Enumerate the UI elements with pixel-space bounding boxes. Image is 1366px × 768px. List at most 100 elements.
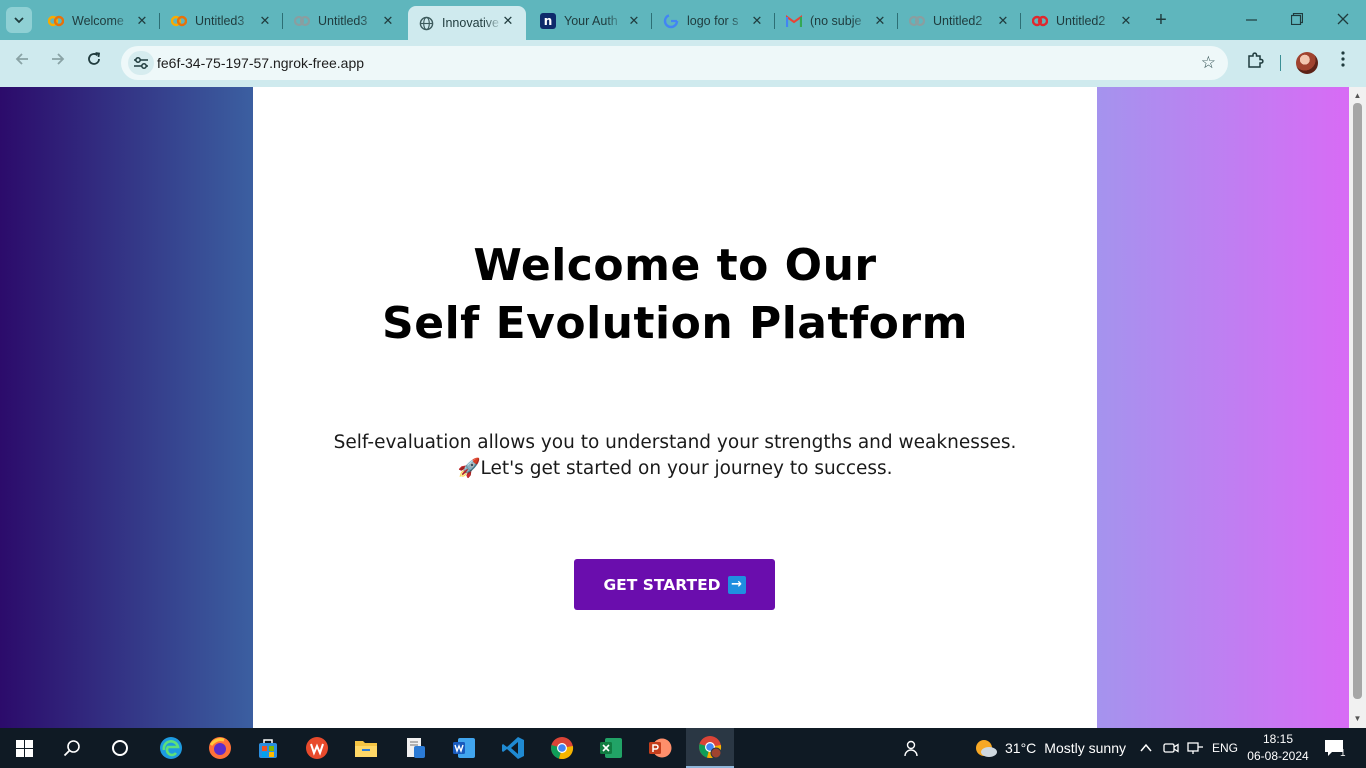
close-icon[interactable]: ✕ bbox=[872, 13, 888, 29]
tab-title: Welcome bbox=[72, 14, 124, 28]
folder-icon bbox=[355, 741, 377, 757]
people-button[interactable] bbox=[902, 728, 920, 768]
hero-description-line1: Self-evaluation allows you to understand… bbox=[333, 432, 1017, 453]
close-icon[interactable]: ✕ bbox=[380, 13, 396, 29]
wps-icon bbox=[306, 737, 328, 759]
taskbar-notepad[interactable] bbox=[391, 728, 439, 768]
action-center-button[interactable]: 1 bbox=[1324, 728, 1346, 768]
taskbar-search-button[interactable] bbox=[48, 728, 96, 768]
restore-button[interactable] bbox=[1285, 8, 1309, 32]
taskbar-firefox[interactable] bbox=[196, 728, 244, 768]
taskbar-chrome-profile[interactable] bbox=[686, 728, 734, 768]
chrome-icon bbox=[699, 736, 722, 759]
bookmark-star-icon[interactable]: ☆ bbox=[1201, 53, 1216, 73]
restore-icon bbox=[1290, 12, 1304, 26]
close-icon[interactable]: ✕ bbox=[1118, 13, 1134, 29]
document-icon bbox=[407, 738, 425, 758]
tab-no-subject[interactable]: (no subje ✕ bbox=[776, 6, 898, 36]
meet-now-button[interactable] bbox=[1163, 728, 1179, 768]
close-icon[interactable]: ✕ bbox=[500, 13, 516, 29]
language-indicator[interactable]: ENG bbox=[1212, 728, 1238, 768]
taskbar-powerpoint[interactable] bbox=[636, 728, 684, 768]
taskbar-excel[interactable] bbox=[587, 728, 635, 768]
close-icon[interactable]: ✕ bbox=[134, 13, 150, 29]
tab-your-auth[interactable]: n Your Auth ✕ bbox=[530, 6, 652, 36]
taskbar-store[interactable] bbox=[244, 728, 292, 768]
tab-logo-for[interactable]: logo for s ✕ bbox=[653, 6, 775, 36]
chrome-icon bbox=[551, 737, 574, 760]
browser-toolbar: fe6f-34-75-197-57.ngrok-free.app ☆ bbox=[0, 40, 1366, 87]
close-icon[interactable]: ✕ bbox=[749, 13, 765, 29]
vscode-icon bbox=[502, 737, 524, 759]
tab-search-button[interactable] bbox=[6, 7, 32, 33]
tab-untitled2-colab[interactable]: Untitled2 ✕ bbox=[1022, 6, 1144, 36]
tab-title: logo for s bbox=[687, 14, 739, 28]
cortana-button[interactable] bbox=[96, 728, 144, 768]
tab-innovative[interactable]: Innovative ✕ bbox=[408, 6, 526, 40]
close-icon[interactable]: ✕ bbox=[257, 13, 273, 29]
site-info-button[interactable] bbox=[128, 51, 154, 75]
taskbar-edge[interactable] bbox=[147, 728, 195, 768]
globe-icon bbox=[418, 15, 434, 31]
network-icon bbox=[1187, 742, 1203, 754]
taskbar-clock[interactable]: 18:15 06-08-2024 bbox=[1242, 731, 1314, 765]
taskbar-vscode[interactable] bbox=[489, 728, 537, 768]
forward-button[interactable] bbox=[46, 51, 70, 75]
get-started-button[interactable]: GET STARTED → bbox=[574, 559, 775, 610]
tab-title: Untitled2 bbox=[1056, 14, 1106, 28]
notification-count: 1 bbox=[1340, 747, 1346, 759]
search-icon bbox=[63, 740, 80, 757]
store-icon bbox=[259, 739, 277, 758]
network-button[interactable] bbox=[1187, 728, 1204, 768]
menu-button[interactable] bbox=[1331, 51, 1355, 75]
minimize-button[interactable] bbox=[1239, 8, 1263, 32]
colab-icon bbox=[1032, 13, 1048, 29]
weather-temp: 31°C bbox=[1005, 740, 1037, 756]
profile-avatar[interactable] bbox=[1296, 52, 1318, 74]
page-scrollbar[interactable]: ▲ ▼ bbox=[1349, 87, 1366, 728]
people-icon bbox=[904, 740, 918, 757]
address-bar[interactable]: fe6f-34-75-197-57.ngrok-free.app ☆ bbox=[121, 46, 1228, 80]
get-started-label: GET STARTED bbox=[603, 575, 721, 594]
windows-icon bbox=[15, 739, 33, 757]
tab-separator bbox=[282, 13, 283, 29]
hero-title: Welcome to Our Self Evolution Platform bbox=[253, 237, 1097, 353]
taskbar-chrome[interactable] bbox=[538, 728, 586, 768]
taskbar-file-explorer[interactable] bbox=[342, 728, 390, 768]
taskbar-wps[interactable] bbox=[293, 728, 341, 768]
tab-untitled3-jupyter[interactable]: Untitled3 ✕ bbox=[284, 6, 406, 36]
windows-taskbar: 31°C Mostly sunny ENG 18:15 06-08-2024 1 bbox=[0, 728, 1366, 768]
scrollbar-thumb[interactable] bbox=[1353, 103, 1362, 699]
scroll-down-icon[interactable]: ▼ bbox=[1349, 712, 1366, 726]
tab-strip: Welcome ✕ Untitled3 ✕ Untitled3 ✕ Innova… bbox=[0, 0, 1366, 40]
colab-icon bbox=[48, 13, 64, 29]
page-viewport: Welcome to Our Self Evolution Platform S… bbox=[0, 87, 1349, 728]
back-button[interactable] bbox=[10, 51, 34, 75]
weather-widget[interactable]: 31°C Mostly sunny bbox=[974, 728, 1126, 768]
taskbar-word[interactable] bbox=[440, 728, 488, 768]
arrow-right-icon bbox=[52, 53, 65, 65]
partly-sunny-icon bbox=[976, 740, 997, 757]
tab-untitled2-jupyter[interactable]: Untitled2 ✕ bbox=[899, 6, 1021, 36]
rocket-icon: 🚀 bbox=[457, 458, 481, 479]
show-hidden-icons-button[interactable] bbox=[1139, 728, 1153, 768]
url-text[interactable]: fe6f-34-75-197-57.ngrok-free.app bbox=[157, 55, 364, 71]
scroll-up-icon[interactable]: ▲ bbox=[1349, 89, 1366, 103]
new-tab-button[interactable]: + bbox=[1150, 9, 1172, 31]
tab-separator bbox=[651, 13, 652, 29]
excel-icon bbox=[600, 738, 622, 758]
word-icon bbox=[453, 738, 475, 758]
tune-icon bbox=[134, 57, 148, 69]
start-button[interactable] bbox=[0, 728, 48, 768]
weather-text: Mostly sunny bbox=[1044, 740, 1126, 756]
close-icon bbox=[1337, 13, 1349, 25]
close-icon[interactable]: ✕ bbox=[626, 13, 642, 29]
reload-button[interactable] bbox=[82, 51, 106, 75]
tab-separator bbox=[897, 13, 898, 29]
tab-untitled3-colab[interactable]: Untitled3 ✕ bbox=[161, 6, 283, 36]
close-window-button[interactable] bbox=[1331, 8, 1355, 32]
extensions-button[interactable] bbox=[1243, 51, 1267, 75]
camera-icon bbox=[1163, 743, 1179, 753]
tab-welcome[interactable]: Welcome ✕ bbox=[38, 6, 160, 36]
close-icon[interactable]: ✕ bbox=[995, 13, 1011, 29]
